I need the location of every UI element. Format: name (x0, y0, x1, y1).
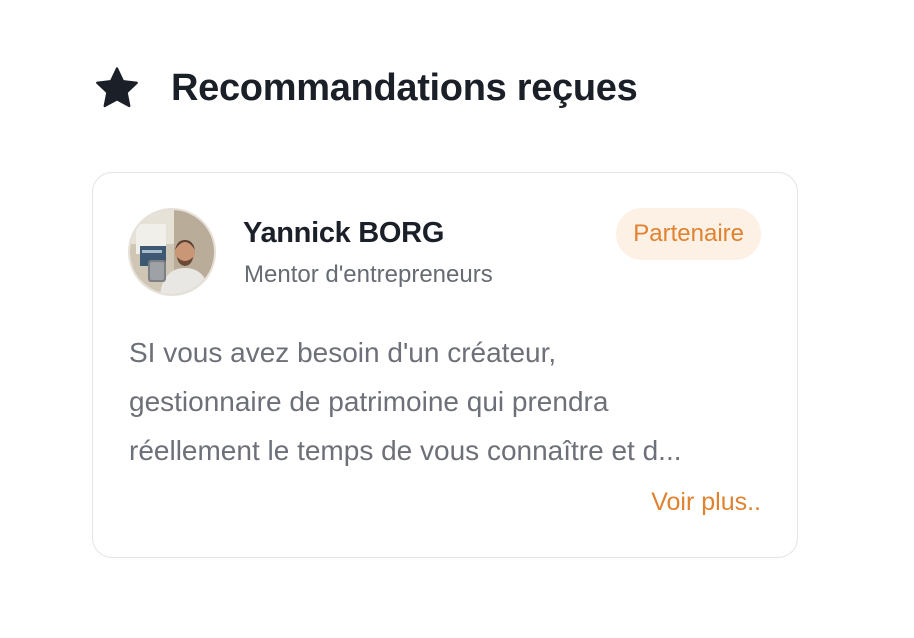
star-icon (94, 65, 140, 111)
section-header: Recommandations reçues (94, 62, 638, 114)
author-name[interactable]: Yannick BORG (243, 217, 444, 250)
section-title: Recommandations reçues (171, 66, 638, 109)
recommendation-excerpt: SI vous avez besoin d'un créateur, gesti… (129, 337, 682, 466)
recommendation-card: Yannick BORG Mentor d'entrepreneurs Part… (92, 172, 798, 558)
avatar[interactable] (128, 208, 216, 296)
status-badge: Partenaire (616, 208, 761, 260)
author-role: Mentor d'entrepreneurs (244, 261, 493, 288)
see-more-link[interactable]: Voir plus.. (651, 488, 761, 517)
